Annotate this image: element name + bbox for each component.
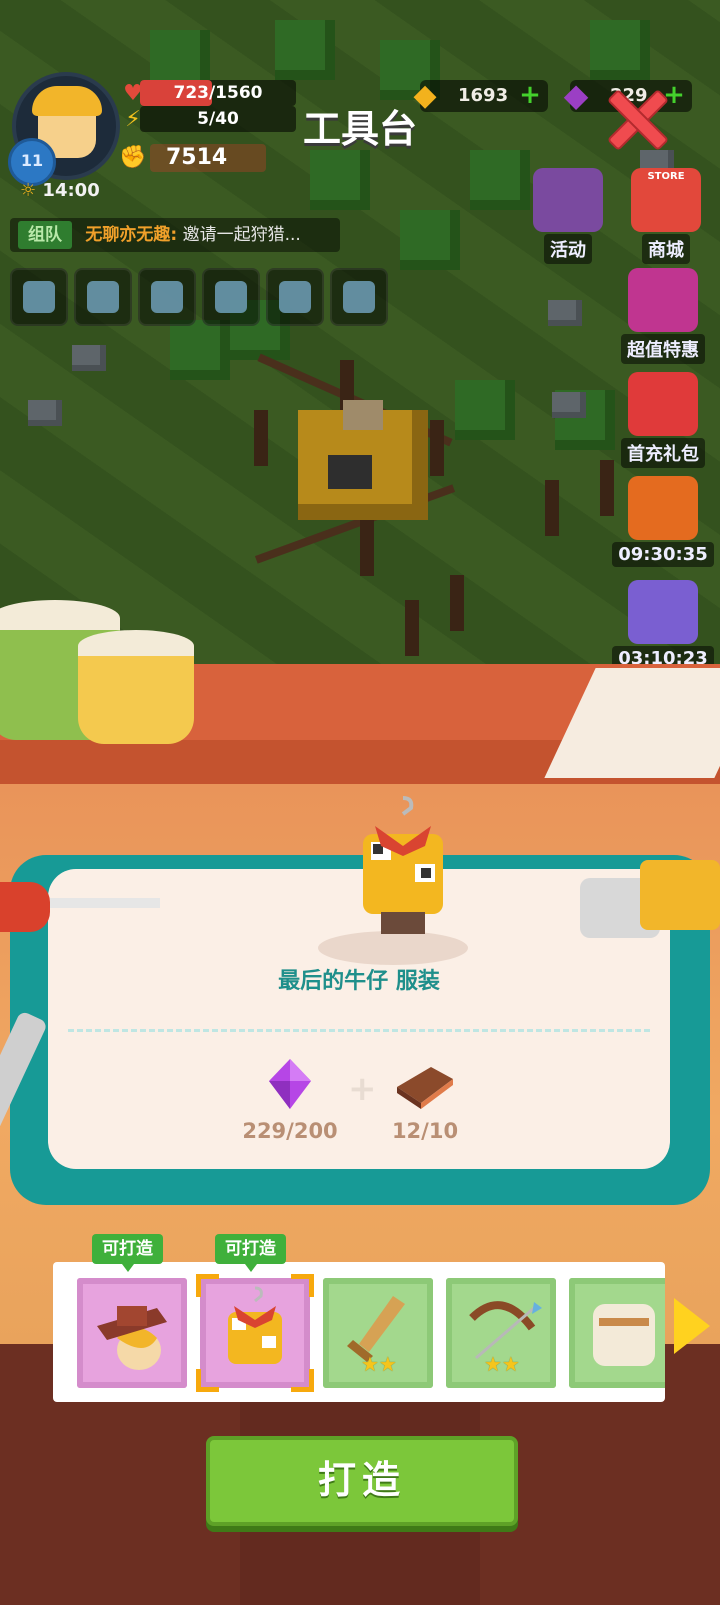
tree	[310, 150, 370, 210]
game-clock: ☼ 14:00	[20, 180, 100, 201]
mail-icon	[87, 281, 119, 313]
combat-power-value: 7514	[166, 145, 228, 170]
tree	[400, 210, 460, 270]
tree	[470, 150, 530, 210]
chat-bar[interactable]: 组队 无聊亦无趣: 邀请一起狩猎...	[10, 218, 340, 252]
recipe-slot-armor[interactable]	[569, 1278, 665, 1388]
white-armor-icon	[593, 1304, 655, 1366]
game-time: 14:00	[42, 180, 100, 201]
screwdriver-icon	[0, 882, 50, 932]
timed-event-button[interactable]: 09:30:35	[612, 476, 714, 567]
cowboy-hat-icon	[97, 1306, 167, 1370]
gift-box-icon	[628, 268, 698, 332]
purple-gem-icon	[269, 1059, 311, 1109]
friends-button[interactable]	[138, 268, 196, 326]
purple-gem-icon: ◆	[563, 76, 589, 114]
recipe-slot-bow[interactable]: ★★	[446, 1278, 556, 1388]
yellow-cup	[78, 630, 194, 744]
fence-post	[450, 575, 464, 631]
gold-value: 1693	[458, 85, 509, 106]
material-leather: 12/10	[370, 1057, 480, 1143]
craft-button[interactable]: 打造	[206, 1436, 518, 1526]
store-icon: STORE	[631, 168, 701, 232]
star-rating: ★★	[361, 1352, 397, 1376]
next-arrow-button[interactable]	[674, 1298, 710, 1354]
fence-post	[254, 410, 268, 466]
add-gold-button[interactable]: +	[518, 82, 542, 108]
tree	[275, 20, 335, 80]
map-icon	[279, 281, 311, 313]
friends-icon	[151, 281, 183, 313]
mascot-icon	[628, 476, 698, 540]
fence-post	[405, 600, 419, 656]
event-basket-icon	[533, 168, 603, 232]
shop-label: 商城	[642, 234, 690, 264]
gift-icon	[628, 372, 698, 436]
recipe-list[interactable]: ★★ ★★	[53, 1262, 665, 1402]
first-recharge-label: 首充礼包	[621, 438, 705, 468]
cowboy-outfit-icon	[363, 796, 443, 934]
deal-button[interactable]: 超值特惠	[612, 268, 714, 364]
leather-material-count: 12/10	[391, 1119, 459, 1143]
selection-corner	[291, 1274, 314, 1297]
yellow-tool-icon	[640, 860, 720, 930]
craftable-tag: 可打造	[92, 1234, 163, 1272]
expand-button[interactable]	[10, 268, 68, 326]
item-name: 最后的牛仔 服装	[278, 969, 440, 994]
screwdriver-shaft	[50, 898, 160, 908]
sun-icon: ☼	[20, 180, 37, 201]
player-level-badge: 11	[8, 138, 56, 186]
expand-icon	[23, 281, 55, 313]
shop-button[interactable]: STORE 商城	[622, 168, 710, 264]
selection-corner	[291, 1369, 314, 1392]
rock	[548, 300, 582, 326]
rock	[28, 400, 62, 426]
rock	[72, 345, 106, 371]
fence-post	[545, 480, 559, 536]
craftable-tag: 可打造	[215, 1234, 286, 1272]
hp-value: 723/1560	[173, 83, 263, 103]
close-button[interactable]	[604, 88, 670, 152]
energy-value: 5/40	[197, 109, 239, 129]
chat-button[interactable]	[202, 268, 260, 326]
deal-label: 超值特惠	[621, 334, 705, 364]
recipe-slot-wooden-sword[interactable]: ★★	[323, 1278, 433, 1388]
material-gem: 229/200	[235, 1057, 345, 1143]
rock	[552, 392, 586, 418]
chat-bubble-icon	[215, 281, 247, 313]
id-card-icon	[343, 281, 375, 313]
first-recharge-button[interactable]: 首充礼包	[612, 372, 714, 468]
mail-button[interactable]	[74, 268, 132, 326]
tree	[455, 380, 515, 440]
page-title: 工具台	[302, 107, 417, 151]
chat-sender: 无聊亦无趣:	[85, 225, 178, 245]
chat-message: 邀请一起狩猎...	[182, 225, 301, 245]
events-button[interactable]: 活动	[524, 168, 612, 264]
tree	[590, 20, 650, 80]
timed-gift-button[interactable]: 03:10:23	[612, 580, 714, 671]
store-sign-label: STORE	[647, 171, 685, 182]
combat-power: 7514	[150, 144, 266, 172]
gift-clock-icon	[628, 580, 698, 644]
selection-corner	[196, 1274, 219, 1297]
gem-material-count: 229/200	[242, 1119, 338, 1143]
divider	[68, 1029, 650, 1032]
events-label: 活动	[544, 234, 592, 264]
selection-corner	[196, 1369, 219, 1392]
leather-scrap-icon	[397, 1067, 453, 1109]
map-button[interactable]	[266, 268, 324, 326]
tree	[170, 320, 230, 380]
id-card-button[interactable]	[330, 268, 388, 326]
recipe-slot-cowboy-hat[interactable]	[77, 1278, 187, 1388]
event-timer: 09:30:35	[612, 542, 714, 567]
cowboy-outfit-preview	[343, 794, 463, 944]
forge-building[interactable]	[268, 380, 458, 550]
fist-icon: ✊	[119, 144, 147, 170]
chat-channel-tag: 组队	[18, 221, 72, 249]
recipe-slot-cowboy-outfit[interactable]	[196, 1274, 314, 1392]
star-rating: ★★	[484, 1352, 520, 1376]
